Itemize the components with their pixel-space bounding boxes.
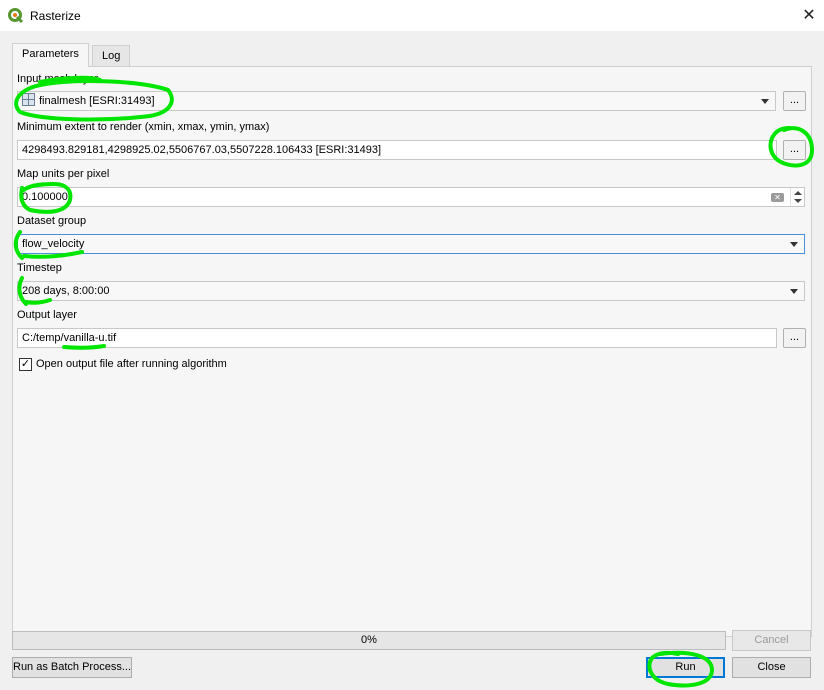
progress-bar: 0% (12, 631, 726, 650)
window-close-icon[interactable]: ✕ (794, 0, 824, 31)
cancel-button[interactable]: Cancel (732, 630, 811, 651)
tab-parameters-label: Parameters (22, 48, 79, 60)
map-units-value: 0.100000 (22, 191, 68, 203)
input-mesh-value: finalmesh [ESRI:31493] (39, 95, 155, 107)
dataset-group-label: Dataset group (17, 215, 87, 227)
timestep-value: 208 days, 8:00:00 (22, 285, 110, 297)
input-mesh-label: Input mesh layer (17, 73, 99, 85)
timestep-label: Timestep (17, 262, 62, 274)
chevron-down-icon (761, 99, 769, 104)
chevron-down-icon (790, 242, 798, 247)
tab-log-label: Log (102, 50, 121, 62)
close-button[interactable]: Close (732, 657, 811, 678)
extent-input[interactable]: 4298493.829181,4298925.02,5506767.03,550… (17, 140, 777, 160)
chevron-down-icon (790, 289, 798, 294)
open-output-checkbox[interactable]: ✓ (19, 358, 32, 371)
output-layer-label: Output layer (17, 309, 77, 321)
output-layer-browse-button[interactable]: ... (783, 328, 806, 348)
timestep-combo[interactable]: 208 days, 8:00:00 (17, 281, 805, 301)
input-mesh-combo[interactable]: finalmesh [ESRI:31493] (17, 91, 776, 111)
tab-parameters[interactable]: Parameters (12, 43, 89, 67)
extent-label: Minimum extent to render (xmin, xmax, ym… (17, 121, 270, 133)
qgis-logo-icon (8, 8, 24, 24)
spin-down-icon[interactable] (794, 199, 802, 203)
map-units-label: Map units per pixel (17, 168, 110, 180)
run-as-batch-button[interactable]: Run as Batch Process... (12, 657, 132, 678)
extent-browse-button[interactable]: ... (783, 140, 806, 160)
clear-icon[interactable]: ✕ (771, 193, 784, 202)
tab-log[interactable]: Log (92, 45, 131, 67)
dataset-group-value: flow_velocity (22, 238, 85, 250)
title-bar: Rasterize ✕ (0, 0, 824, 31)
input-mesh-browse-button[interactable]: ... (783, 91, 806, 111)
spin-up-icon[interactable] (794, 191, 802, 195)
dataset-group-combo[interactable]: flow_velocity (17, 234, 805, 254)
run-button[interactable]: Run (646, 657, 725, 678)
output-layer-input[interactable]: C:/temp/vanilla-u.tif (17, 328, 777, 348)
spin-arrows[interactable] (790, 188, 804, 206)
map-units-spinbox[interactable]: 0.100000 ✕ (17, 187, 805, 207)
open-output-label: Open output file after running algorithm (36, 358, 227, 370)
mesh-layer-icon (22, 93, 35, 106)
window-title: Rasterize (30, 9, 81, 23)
